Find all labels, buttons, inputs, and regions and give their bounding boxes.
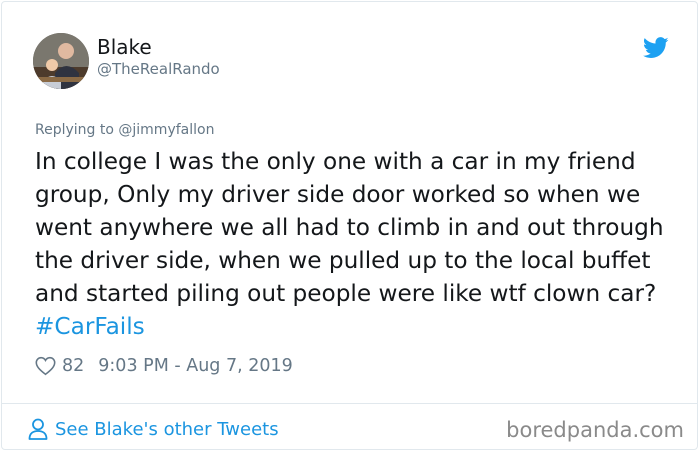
- footer-divider: [1, 403, 698, 404]
- author-handle[interactable]: @TheRealRando: [97, 60, 220, 78]
- reply-prefix: Replying to: [35, 122, 114, 138]
- tweet-card: Blake @TheRealRando Replying to @jimmyfa…: [1, 1, 698, 450]
- tweet-meta: 82 9:03 PM - Aug 7, 2019: [35, 353, 293, 379]
- see-other-tweets-link[interactable]: See Blake's other Tweets: [28, 416, 279, 442]
- tweet-timestamp[interactable]: 9:03 PM - Aug 7, 2019: [98, 356, 292, 376]
- tweet-text: In college I was the only one with a car…: [35, 145, 675, 343]
- watermark: boredpanda.com: [506, 418, 684, 442]
- reply-handle-link[interactable]: @jimmyfallon: [118, 122, 214, 138]
- twitter-bird-icon[interactable]: [643, 37, 669, 59]
- author-name[interactable]: Blake: [97, 35, 152, 59]
- heart-icon[interactable]: [35, 356, 56, 376]
- see-other-tweets-label: See Blake's other Tweets: [55, 418, 279, 440]
- tweet-body: In college I was the only one with a car…: [35, 148, 664, 307]
- avatar-image: [33, 33, 89, 89]
- like-count: 82: [62, 356, 85, 376]
- avatar[interactable]: [33, 33, 89, 89]
- hashtag-link[interactable]: #CarFails: [35, 313, 145, 340]
- person-icon: [28, 418, 48, 440]
- reply-context: Replying to @jimmyfallon: [35, 122, 214, 138]
